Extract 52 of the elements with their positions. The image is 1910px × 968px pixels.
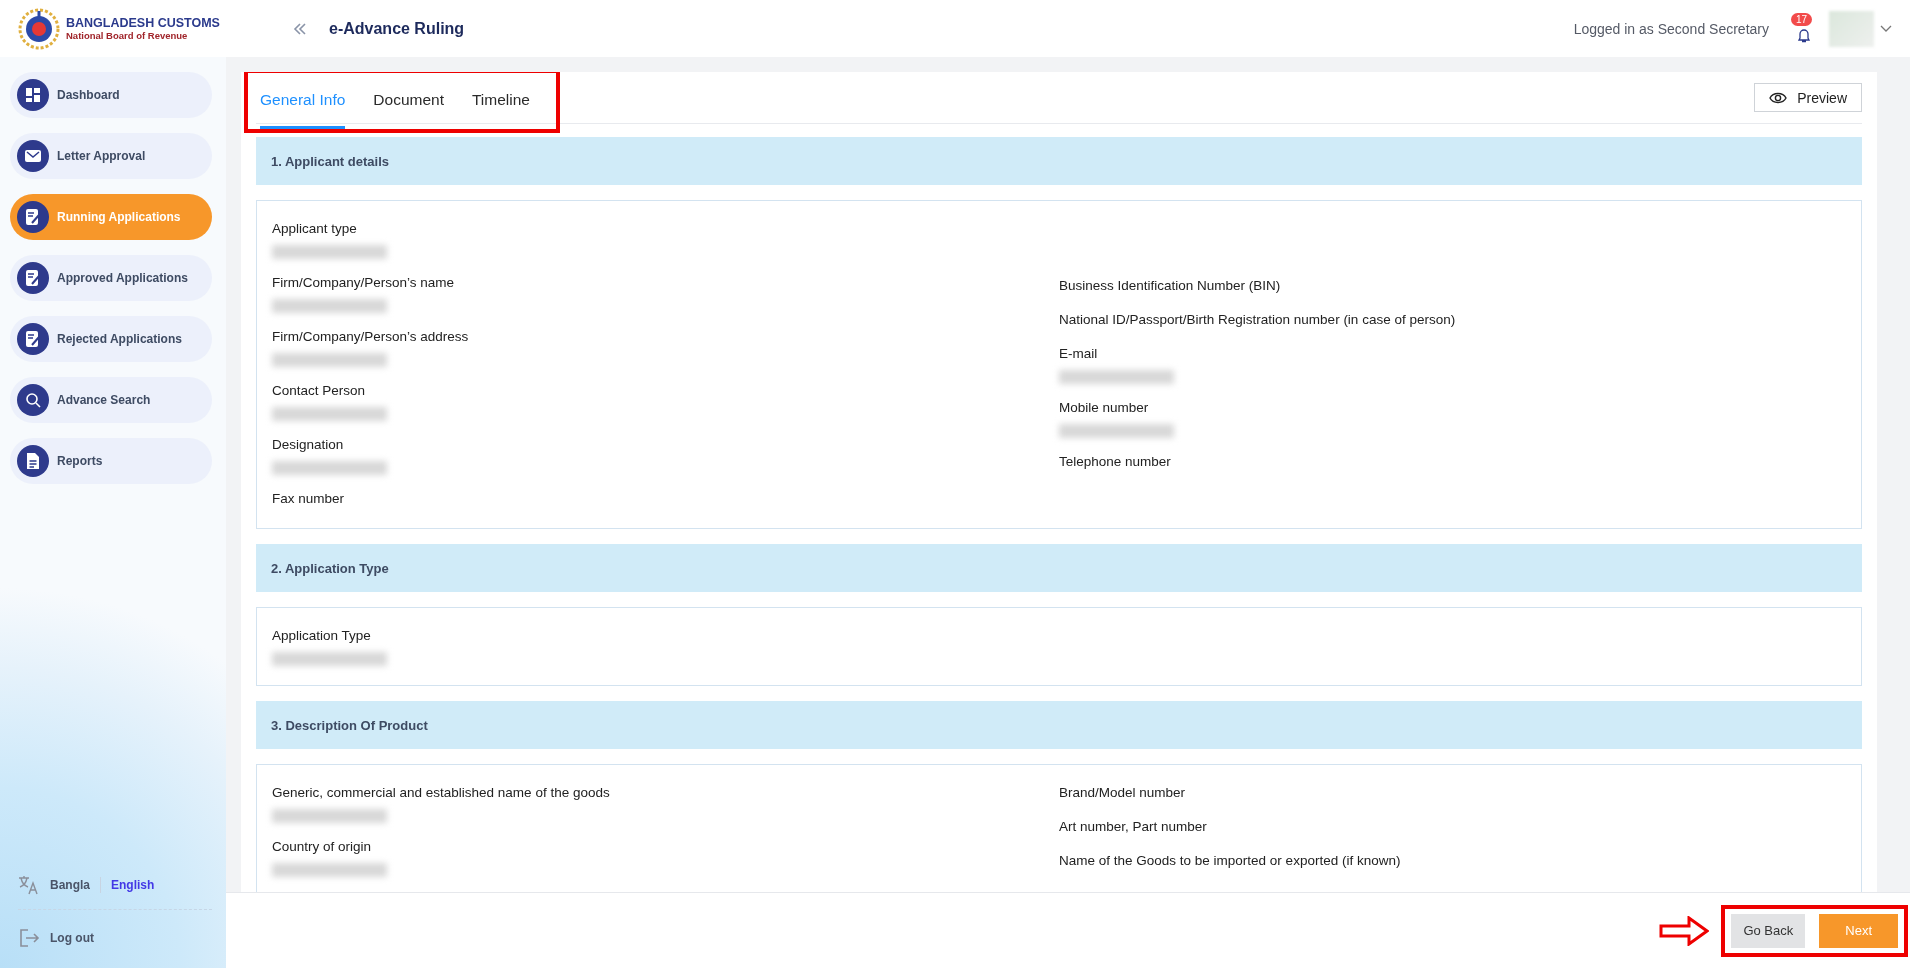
field-label: Firm/Company/Person’s address (272, 328, 470, 346)
document-edit-icon (25, 208, 41, 226)
logout-link[interactable]: Log out (50, 931, 94, 945)
logout-icon (18, 928, 40, 948)
user-status: Logged in as Second Secretary (1573, 20, 1769, 37)
collapse-icon[interactable] (293, 22, 307, 35)
page-title: e-Advance Ruling (329, 19, 465, 38)
sidebar-item[interactable]: Reports (10, 438, 212, 484)
sidebar-item[interactable]: Dashboard (10, 72, 212, 118)
section-header: 2. Application Type (256, 544, 1862, 592)
document-edit-icon (25, 330, 41, 348)
sidebar-item[interactable]: Approved Applications (10, 255, 212, 301)
chevron-down-icon[interactable] (1880, 24, 1892, 33)
field-label: Telephone number (1059, 453, 1172, 471)
report-icon (26, 452, 40, 470)
document-edit-icon (25, 269, 41, 287)
field-label: Mobile number (1059, 399, 1150, 417)
eye-icon (1769, 91, 1788, 104)
grid-icon (25, 87, 41, 103)
field-label: Country of origin (272, 838, 373, 856)
field-label: Application Type (272, 627, 372, 645)
sidebar-item[interactable]: Letter Approval (10, 133, 212, 179)
bell-icon[interactable] (1796, 27, 1812, 44)
field-label: Brand/Model number (1059, 784, 1187, 802)
search-icon (25, 392, 41, 408)
field-label: Fax number (272, 490, 346, 508)
translate-icon (18, 875, 40, 895)
envelope-icon (25, 150, 41, 162)
field-label: Applicant type (272, 220, 358, 238)
section-header: 1. Applicant details (256, 137, 1862, 185)
field-label: Name of the Goods to be imported or exported (if known) (1059, 852, 1402, 870)
language-option[interactable]: English (111, 878, 155, 892)
tab[interactable]: Document (373, 73, 444, 129)
section-header: 3. Description Of Product (256, 701, 1862, 749)
emblem-icon (18, 7, 60, 50)
language-option[interactable]: Bangla (50, 878, 90, 892)
field-label: Art number, Part number (1059, 818, 1208, 836)
field-label: Firm/Company/Person’s name (272, 274, 456, 292)
field-label: Contact Person (272, 382, 367, 400)
field-label: Designation (272, 436, 345, 454)
logo-title: BANGLADESH CUSTOMS (66, 16, 220, 30)
back-button[interactable]: Go Back (1731, 913, 1806, 948)
sidebar-item[interactable]: Advance Search (10, 377, 212, 423)
field-label: Generic, commercial and established name of the goods (272, 784, 611, 802)
field-label: E-mail (1059, 345, 1099, 363)
notification-badge: 17 (1791, 12, 1813, 26)
field-label: Business Identification Number (BIN) (1059, 277, 1282, 295)
sidebar-item[interactable]: Rejected Applications (10, 316, 212, 362)
tab[interactable]: Timeline (471, 73, 530, 129)
field-label: National ID/Passport/Birth Registration number (in case of person) (1059, 311, 1457, 329)
logo-subtitle: National Board of Revenue (66, 30, 189, 41)
preview-button[interactable]: Preview (1754, 83, 1862, 112)
